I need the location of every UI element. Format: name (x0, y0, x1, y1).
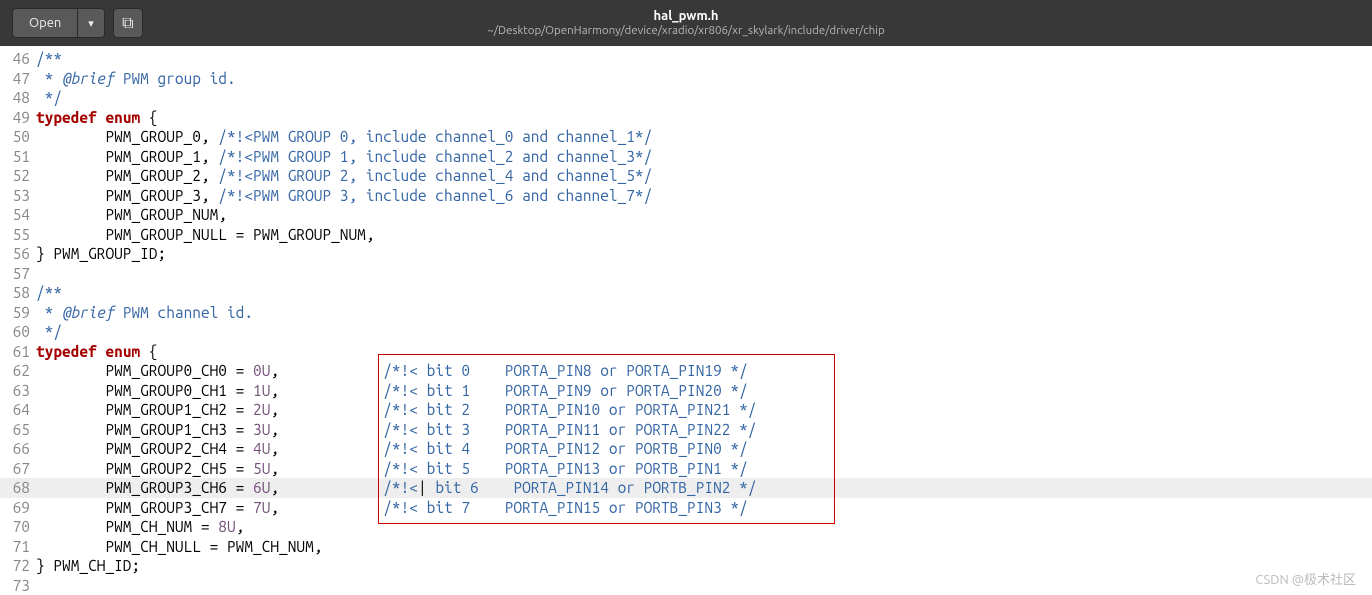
line-number: 52 (0, 166, 36, 186)
line-number: 63 (0, 381, 36, 401)
line-number: 51 (0, 147, 36, 167)
line-number: 58 (0, 283, 36, 303)
code-content[interactable]: * @brief PWM group id. (36, 69, 1372, 89)
code-content[interactable]: * @brief PWM channel id. (36, 303, 1372, 323)
line-number: 68 (0, 478, 36, 498)
code-line[interactable]: 60 */ (0, 322, 1372, 342)
code-content[interactable]: PWM_GROUP3_CH6 = 6U, /*!<| bit 6 PORTA_P… (36, 478, 1372, 498)
line-number: 61 (0, 342, 36, 362)
code-line[interactable]: 52 PWM_GROUP_2, /*!<PWM GROUP 2, include… (0, 166, 1372, 186)
line-number: 64 (0, 400, 36, 420)
code-content[interactable]: /** (36, 49, 1372, 69)
code-content[interactable]: */ (36, 322, 1372, 342)
line-number: 66 (0, 439, 36, 459)
code-line[interactable]: 72} PWM_CH_ID; (0, 556, 1372, 576)
code-content[interactable]: PWM_GROUP_1, /*!<PWM GROUP 1, include ch… (36, 147, 1372, 167)
code-content[interactable]: typedef enum { (36, 342, 1372, 362)
code-content[interactable]: PWM_GROUP_3, /*!<PWM GROUP 3, include ch… (36, 186, 1372, 206)
code-line[interactable]: 46/** (0, 49, 1372, 69)
code-line[interactable]: 61typedef enum { (0, 342, 1372, 362)
code-line[interactable]: 59 * @brief PWM channel id. (0, 303, 1372, 323)
code-content[interactable]: PWM_CH_NUM = 8U, (36, 517, 1372, 537)
line-number: 67 (0, 459, 36, 479)
new-tab-button[interactable]: ⧉ (113, 8, 143, 38)
line-number: 73 (0, 576, 36, 595)
open-button[interactable]: Open (12, 8, 78, 38)
code-content[interactable]: /** (36, 283, 1372, 303)
code-line[interactable]: 68 PWM_GROUP3_CH6 = 6U, /*!<| bit 6 PORT… (0, 478, 1372, 498)
code-content[interactable] (36, 576, 1372, 595)
line-number: 53 (0, 186, 36, 206)
code-content[interactable]: } PWM_GROUP_ID; (36, 244, 1372, 264)
code-content[interactable]: PWM_CH_NULL = PWM_CH_NUM, (36, 537, 1372, 557)
line-number: 72 (0, 556, 36, 576)
code-line[interactable]: 71 PWM_CH_NULL = PWM_CH_NUM, (0, 537, 1372, 557)
code-content[interactable]: */ (36, 88, 1372, 108)
code-line[interactable]: 62 PWM_GROUP0_CH0 = 0U, /*!< bit 0 PORTA… (0, 361, 1372, 381)
line-number: 62 (0, 361, 36, 381)
header-bar: Open ▾ ⧉ hal_pwm.h ~/Desktop/OpenHarmony… (0, 0, 1372, 46)
code-line[interactable]: 67 PWM_GROUP2_CH5 = 5U, /*!< bit 5 PORTA… (0, 459, 1372, 479)
code-line[interactable]: 70 PWM_CH_NUM = 8U, (0, 517, 1372, 537)
line-number: 70 (0, 517, 36, 537)
code-line[interactable]: 53 PWM_GROUP_3, /*!<PWM GROUP 3, include… (0, 186, 1372, 206)
line-number: 49 (0, 108, 36, 128)
code-line[interactable]: 47 * @brief PWM group id. (0, 69, 1372, 89)
code-content[interactable]: PWM_GROUP1_CH2 = 2U, /*!< bit 2 PORTA_PI… (36, 400, 1372, 420)
code-content[interactable] (36, 264, 1372, 284)
code-line[interactable]: 49typedef enum { (0, 108, 1372, 128)
open-button-label: Open (29, 16, 61, 30)
code-content[interactable]: PWM_GROUP2_CH5 = 5U, /*!< bit 5 PORTA_PI… (36, 459, 1372, 479)
code-content[interactable]: PWM_GROUP2_CH4 = 4U, /*!< bit 4 PORTA_PI… (36, 439, 1372, 459)
code-line[interactable]: 63 PWM_GROUP0_CH1 = 1U, /*!< bit 1 PORTA… (0, 381, 1372, 401)
line-number: 47 (0, 69, 36, 89)
text-cursor: | (418, 479, 427, 496)
code-content[interactable]: PWM_GROUP_NULL = PWM_GROUP_NUM, (36, 225, 1372, 245)
code-line[interactable]: 57 (0, 264, 1372, 284)
code-content[interactable]: PWM_GROUP_2, /*!<PWM GROUP 2, include ch… (36, 166, 1372, 186)
code-content[interactable]: PWM_GROUP_0, /*!<PWM GROUP 0, include ch… (36, 127, 1372, 147)
code-line[interactable]: 51 PWM_GROUP_1, /*!<PWM GROUP 1, include… (0, 147, 1372, 167)
code-line[interactable]: 58/** (0, 283, 1372, 303)
document-title: hal_pwm.h (0, 9, 1372, 23)
code-editor[interactable]: 46/**47 * @brief PWM group id.48 */49typ… (0, 46, 1372, 595)
line-number: 54 (0, 205, 36, 225)
line-number: 56 (0, 244, 36, 264)
document-path: ~/Desktop/OpenHarmony/device/xradio/xr80… (0, 24, 1372, 37)
line-number: 57 (0, 264, 36, 284)
new-tab-icon: ⧉ (122, 14, 133, 33)
line-number: 59 (0, 303, 36, 323)
line-number: 65 (0, 420, 36, 440)
code-content[interactable]: PWM_GROUP1_CH3 = 3U, /*!< bit 3 PORTA_PI… (36, 420, 1372, 440)
code-content[interactable]: PWM_GROUP3_CH7 = 7U, /*!< bit 7 PORTA_PI… (36, 498, 1372, 518)
line-number: 55 (0, 225, 36, 245)
code-line[interactable]: 69 PWM_GROUP3_CH7 = 7U, /*!< bit 7 PORTA… (0, 498, 1372, 518)
code-line[interactable]: 55 PWM_GROUP_NULL = PWM_GROUP_NUM, (0, 225, 1372, 245)
line-number: 48 (0, 88, 36, 108)
code-content[interactable]: PWM_GROUP0_CH0 = 0U, /*!< bit 0 PORTA_PI… (36, 361, 1372, 381)
line-number: 46 (0, 49, 36, 69)
code-line[interactable]: 66 PWM_GROUP2_CH4 = 4U, /*!< bit 4 PORTA… (0, 439, 1372, 459)
line-number: 69 (0, 498, 36, 518)
code-line[interactable]: 50 PWM_GROUP_0, /*!<PWM GROUP 0, include… (0, 127, 1372, 147)
title-area: hal_pwm.h ~/Desktop/OpenHarmony/device/x… (0, 9, 1372, 37)
code-content[interactable]: PWM_GROUP_NUM, (36, 205, 1372, 225)
code-content[interactable]: typedef enum { (36, 108, 1372, 128)
code-line[interactable]: 65 PWM_GROUP1_CH3 = 3U, /*!< bit 3 PORTA… (0, 420, 1372, 440)
line-number: 50 (0, 127, 36, 147)
watermark: CSDN @极术社区 (1255, 569, 1356, 588)
chevron-down-icon: ▾ (88, 17, 94, 30)
code-line[interactable]: 54 PWM_GROUP_NUM, (0, 205, 1372, 225)
line-number: 60 (0, 322, 36, 342)
code-content[interactable]: } PWM_CH_ID; (36, 556, 1372, 576)
code-line[interactable]: 73 (0, 576, 1372, 595)
code-content[interactable]: PWM_GROUP0_CH1 = 1U, /*!< bit 1 PORTA_PI… (36, 381, 1372, 401)
code-line[interactable]: 48 */ (0, 88, 1372, 108)
code-line[interactable]: 64 PWM_GROUP1_CH2 = 2U, /*!< bit 2 PORTA… (0, 400, 1372, 420)
line-number: 71 (0, 537, 36, 557)
code-line[interactable]: 56} PWM_GROUP_ID; (0, 244, 1372, 264)
open-dropdown[interactable]: ▾ (78, 8, 105, 38)
